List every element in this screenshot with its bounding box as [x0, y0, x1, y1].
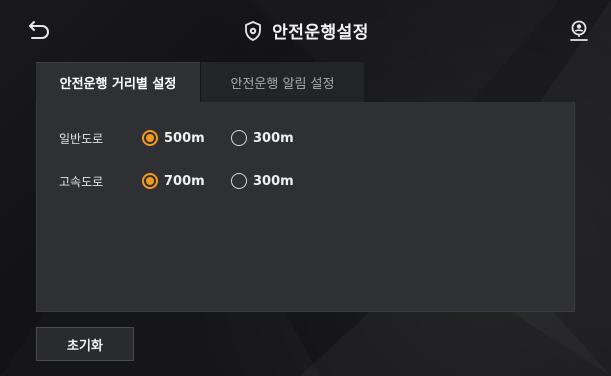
- radio-label: 500m: [164, 130, 205, 146]
- general-road-row: 일반도로 500m 300m: [37, 126, 576, 150]
- general-road-300m-radio[interactable]: 300m: [231, 130, 294, 146]
- user-location-icon: [570, 20, 588, 41]
- radio-label: 300m: [253, 130, 294, 146]
- highway-300m-radio[interactable]: 300m: [231, 173, 294, 189]
- radio-label: 300m: [253, 173, 294, 189]
- profile-button[interactable]: [567, 18, 591, 44]
- reset-button[interactable]: 초기화: [36, 327, 134, 361]
- highway-700m-radio[interactable]: 700m: [142, 173, 205, 189]
- settings-panel: 일반도로 500m 300m 고속도로 700m 300m: [36, 102, 575, 312]
- highway-label: 고속도로: [59, 174, 104, 189]
- tab-bar: 안전운행 거리별 설정 안전운행 알림 설정: [36, 62, 364, 102]
- title-bar: 안전운행설정: [0, 18, 611, 44]
- header: 안전운행설정: [0, 0, 611, 62]
- radio-unchecked-icon: [231, 130, 247, 146]
- radio-checked-icon: [142, 173, 158, 189]
- tab-alert-settings[interactable]: 안전운행 알림 설정: [200, 62, 364, 102]
- general-road-500m-radio[interactable]: 500m: [142, 130, 205, 146]
- highway-row: 고속도로 700m 300m: [37, 169, 576, 193]
- page-title: 안전운행설정: [272, 23, 369, 43]
- shield-gear-icon: [242, 20, 264, 42]
- general-road-label: 일반도로: [59, 131, 104, 146]
- radio-unchecked-icon: [231, 173, 247, 189]
- radio-checked-icon: [142, 130, 158, 146]
- radio-label: 700m: [164, 173, 205, 189]
- tab-distance-settings[interactable]: 안전운행 거리별 설정: [36, 62, 200, 102]
